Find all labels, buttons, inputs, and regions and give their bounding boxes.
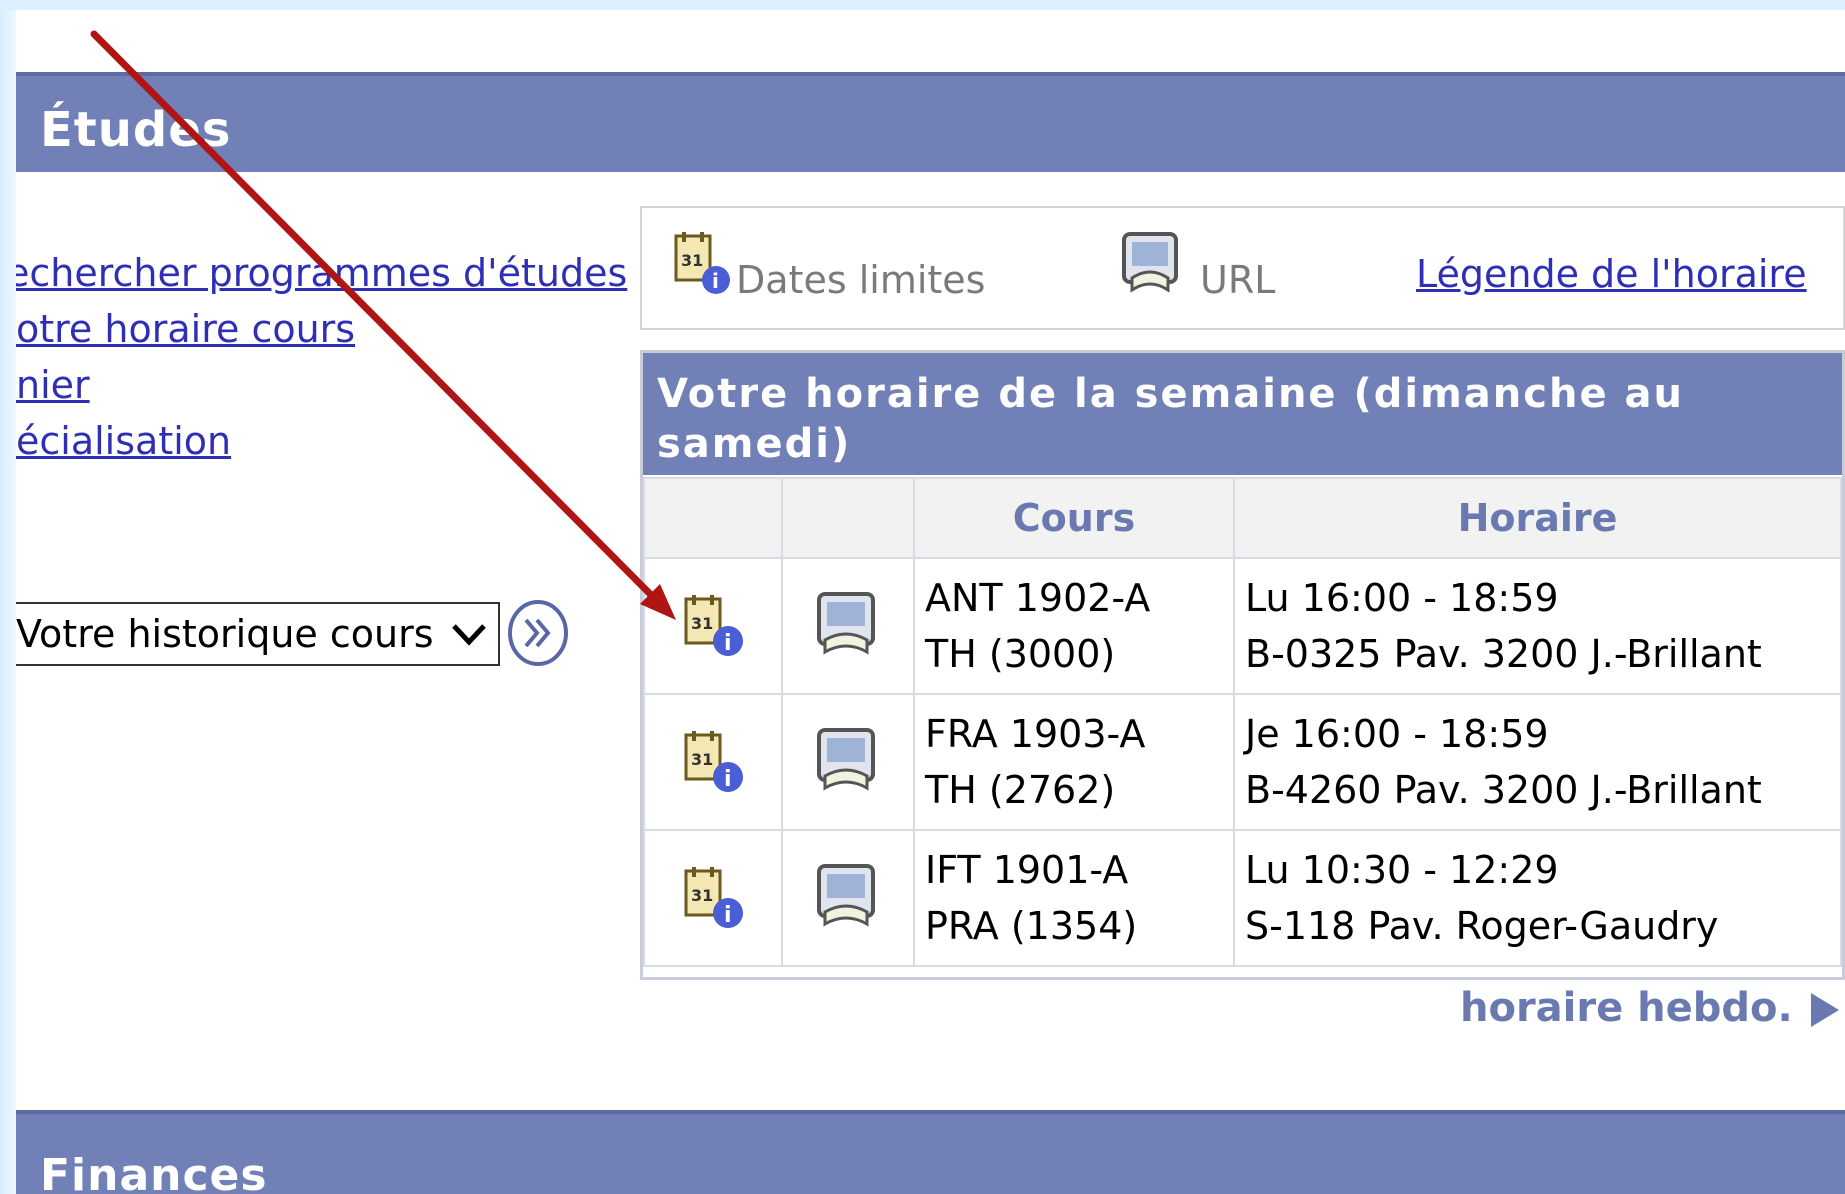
course-time: Je 16:00 - 18:59 [1245, 712, 1549, 756]
schedule-toolbar: 31 i Dates limites URL Légende de l'hora… [640, 206, 1845, 330]
calendar-link[interactable]: nier [16, 357, 656, 413]
specialization-link[interactable]: écialisation [16, 413, 656, 469]
history-select[interactable]: Votre historique cours [16, 602, 500, 666]
svg-text:i: i [724, 767, 732, 792]
book-url-icon [1122, 232, 1178, 293]
schedule-header-row: Cours Horaire [643, 477, 1842, 559]
chevron-down-icon [452, 624, 486, 646]
history-select-value: Votre historique cours [16, 612, 434, 656]
url-legend: URL [1118, 228, 1275, 308]
svg-text:i: i [724, 903, 732, 928]
url-label: URL [1200, 258, 1276, 302]
calendar-info-icon[interactable]: 31 i [680, 725, 746, 795]
weekly-schedule-link[interactable]: horaire hebdo. [1460, 985, 1841, 1031]
course-section: TH (2762) [925, 768, 1116, 812]
table-row: 31 i FRA 1903-A TH (2762) Je 16:00 - 18:… [643, 693, 1842, 831]
svg-text:31: 31 [691, 886, 713, 905]
course-cell: IFT 1901-A PRA (1354) [913, 829, 1235, 967]
section-header-etudes: Études [16, 72, 1845, 172]
schedule-title-line2: samedi) [657, 421, 852, 467]
course-location: B-0325 Pav. 3200 J.-Brillant [1245, 632, 1762, 676]
table-row: 31 i IFT 1901-A PRA (1354) Lu 10:30 - 12… [643, 829, 1842, 967]
column-header-horaire: Horaire [1233, 477, 1842, 559]
course-time: Lu 16:00 - 18:59 [1245, 576, 1559, 620]
section-title-etudes: Études [40, 102, 232, 158]
column-header-url [781, 477, 915, 559]
course-location: S-118 Pav. Roger-Gaudry [1245, 904, 1719, 948]
course-section: PRA (1354) [925, 904, 1138, 948]
course-code: FRA 1903-A [925, 712, 1146, 756]
svg-text:31: 31 [691, 614, 713, 633]
course-cell: ANT 1902-A TH (3000) [913, 557, 1235, 695]
section-title-finances: Finances [40, 1150, 268, 1194]
go-button[interactable] [506, 598, 570, 668]
top-strip [0, 0, 1845, 10]
svg-text:31: 31 [691, 750, 713, 769]
course-section: TH (3000) [925, 632, 1116, 676]
deadlines-legend: 31 i Dates limites [672, 228, 985, 308]
svg-text:31: 31 [681, 251, 703, 270]
course-location: B-4260 Pav. 3200 J.-Brillant [1245, 768, 1762, 812]
weekly-schedule-panel: Votre horaire de la semaine (dimanche au… [640, 350, 1845, 980]
schedule-legend-link[interactable]: Légende de l'horaire [1416, 252, 1807, 296]
course-code: IFT 1901-A [925, 848, 1129, 892]
course-code: ANT 1902-A [925, 576, 1151, 620]
svg-text:i: i [712, 269, 719, 293]
section-header-finances: Finances [16, 1110, 1845, 1194]
student-center-page: Études echercher programmes d'études otr… [16, 10, 1845, 1194]
calendar-info-icon: 31 i [674, 232, 730, 294]
search-programs-link[interactable]: echercher programmes d'études [16, 245, 656, 301]
schedule-title-line1: Votre horaire de la semaine (dimanche au [657, 371, 1684, 417]
table-row: 31 i ANT 1902-A TH (3000) Lu 16:00 - 18:… [643, 557, 1842, 695]
weekly-schedule-label: horaire hebdo. [1460, 985, 1793, 1031]
schedule-table: Cours Horaire 31 i ANT 1902-A TH (3000) … [643, 477, 1842, 967]
svg-text:i: i [724, 631, 732, 656]
book-url-icon[interactable] [813, 860, 883, 932]
schedule-cell: Lu 10:30 - 12:29 S-118 Pav. Roger-Gaudry [1233, 829, 1842, 967]
column-header-cours: Cours [913, 477, 1235, 559]
book-url-icon[interactable] [813, 588, 883, 660]
triangle-right-icon [1810, 993, 1839, 1027]
academics-links: echercher programmes d'études otre horai… [16, 245, 656, 469]
class-schedule-link[interactable]: otre horaire cours [16, 301, 656, 357]
schedule-cell: Je 16:00 - 18:59 B-4260 Pav. 3200 J.-Bri… [1233, 693, 1842, 831]
schedule-cell: Lu 16:00 - 18:59 B-0325 Pav. 3200 J.-Bri… [1233, 557, 1842, 695]
calendar-info-icon[interactable]: 31 i [680, 589, 746, 659]
schedule-title: Votre horaire de la semaine (dimanche au… [643, 353, 1842, 475]
deadlines-label: Dates limites [736, 258, 986, 302]
column-header-deadline [643, 477, 783, 559]
course-time: Lu 10:30 - 12:29 [1245, 848, 1559, 892]
book-url-icon[interactable] [813, 724, 883, 796]
course-cell: FRA 1903-A TH (2762) [913, 693, 1235, 831]
calendar-info-icon[interactable]: 31 i [680, 861, 746, 931]
